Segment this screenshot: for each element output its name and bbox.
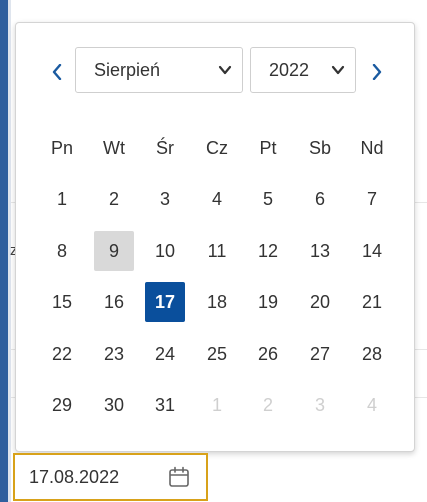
calendar-day-other-month[interactable]: 1 — [197, 385, 237, 425]
calendar-day[interactable]: 8 — [42, 231, 82, 271]
calendar-day[interactable]: 24 — [145, 334, 185, 374]
calendar-day[interactable]: 12 — [248, 231, 288, 271]
calendar-day[interactable]: 13 — [300, 231, 340, 271]
year-select-value: 2022 — [269, 59, 310, 80]
calendar-icon[interactable] — [168, 466, 190, 488]
calendar-day[interactable]: 6 — [300, 179, 340, 219]
calendar-day-other-month[interactable]: 2 — [248, 385, 288, 425]
weekday-label: Nd — [360, 138, 384, 158]
next-month-button[interactable] — [366, 61, 388, 83]
calendar-day-today[interactable]: 9 — [94, 231, 134, 271]
calendar-day[interactable]: 16 — [94, 282, 134, 322]
date-input-value: 17.08.2022 — [29, 466, 120, 487]
datepicker-popup: Sierpień 2022 Pn Wt Śr Cz Pt Sb Nd 1 2 3 4 5 6 7 8 9 10… — [15, 22, 415, 452]
weekday-label: Sb — [308, 138, 332, 158]
calendar-day[interactable]: 26 — [248, 334, 288, 374]
calendar-day-selected[interactable]: 17 — [145, 282, 185, 322]
calendar-day[interactable]: 31 — [145, 385, 185, 425]
weekday-label: Śr — [156, 138, 174, 158]
weekday-label: Wt — [103, 138, 125, 158]
calendar-day-other-month[interactable]: 3 — [300, 385, 340, 425]
month-select[interactable]: Sierpień — [75, 47, 243, 93]
weekday-label: Cz — [206, 138, 228, 158]
calendar-day[interactable]: 11 — [197, 231, 237, 271]
calendar-day[interactable]: 3 — [145, 179, 185, 219]
calendar-day[interactable]: 30 — [94, 385, 134, 425]
calendar-day[interactable]: 20 — [300, 282, 340, 322]
calendar-day[interactable]: 1 — [42, 179, 82, 219]
calendar-day[interactable]: 7 — [352, 179, 392, 219]
weekday-label: Pt — [259, 138, 277, 158]
chevron-down-icon — [331, 65, 345, 75]
year-select[interactable]: 2022 — [250, 47, 356, 93]
calendar-day[interactable]: 29 — [42, 385, 82, 425]
calendar-day[interactable]: 2 — [94, 179, 134, 219]
date-input-field[interactable]: 17.08.2022 — [13, 453, 208, 501]
chevron-down-icon — [218, 65, 232, 75]
calendar-day[interactable]: 14 — [352, 231, 392, 271]
chevron-right-icon — [372, 64, 382, 80]
calendar-day[interactable]: 10 — [145, 231, 185, 271]
calendar-day[interactable]: 5 — [248, 179, 288, 219]
calendar-day[interactable]: 23 — [94, 334, 134, 374]
calendar-day[interactable]: 25 — [197, 334, 237, 374]
calendar-day[interactable]: 15 — [42, 282, 82, 322]
weekday-label: Pn — [50, 138, 74, 158]
window-edge — [0, 0, 8, 502]
calendar-day[interactable]: 18 — [197, 282, 237, 322]
prev-month-button[interactable] — [46, 61, 68, 83]
calendar-day[interactable]: 27 — [300, 334, 340, 374]
calendar-day[interactable]: 21 — [352, 282, 392, 322]
month-select-value: Sierpień — [94, 59, 161, 80]
calendar-day[interactable]: 19 — [248, 282, 288, 322]
calendar-day[interactable]: 4 — [197, 179, 237, 219]
chevron-left-icon — [52, 64, 62, 80]
calendar-day[interactable]: 28 — [352, 334, 392, 374]
calendar-day[interactable]: 22 — [42, 334, 82, 374]
calendar-day-other-month[interactable]: 4 — [352, 385, 392, 425]
